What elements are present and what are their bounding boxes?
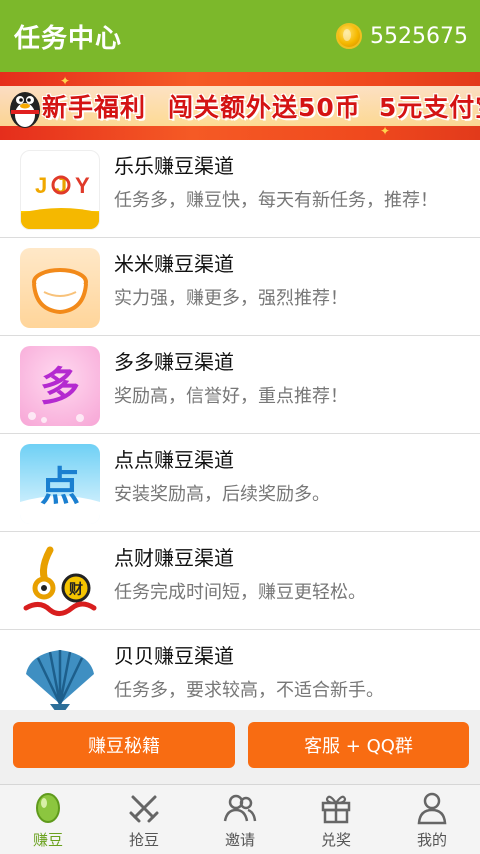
banner-text-alipay: 5元支付宝: [378, 93, 480, 122]
channel-title: 米米赚豆渠道: [114, 252, 234, 276]
coin-balance: 5525675: [336, 23, 468, 49]
svg-text:财: 财: [68, 581, 83, 598]
channel-desc: 任务完成时间短，赚豆更轻松。: [114, 582, 366, 603]
fortune-bird-icon: 财: [20, 542, 100, 622]
nav-label: 赚豆: [32, 831, 63, 849]
channel-title: 点财赚豆渠道: [114, 546, 234, 570]
svg-text:多: 多: [40, 364, 80, 410]
channel-desc: 实力强，赚更多，强烈推荐！: [114, 288, 348, 309]
channel-title: 点点赚豆渠道: [114, 448, 234, 472]
list-item[interactable]: J J Y 乐乐赚豆渠道 任务多，赚豆快，每天有新任务，推荐！: [0, 140, 480, 238]
bottom-nav: 赚豆 抢豆 邀请 兑奖 我的: [0, 784, 480, 854]
bowl-icon: [20, 248, 100, 328]
list-item[interactable]: 多 多多赚豆渠道 奖励高，信誉好，重点推荐！: [0, 336, 480, 434]
task-center-screen: 任务中心 5525675 ✦ ✦ 新手福利 闯关额外送50币 5元支付宝: [0, 0, 480, 854]
bean-icon: [36, 793, 60, 823]
tab-mine[interactable]: 我的: [384, 785, 480, 854]
nav-label: 抢豆: [128, 831, 159, 849]
svg-text:点: 点: [40, 464, 80, 510]
banner-text: 新手福利 闯关额外送50币 5元支付宝: [42, 88, 480, 124]
page-title: 任务中心: [14, 23, 123, 54]
crossed-swords-icon: [129, 795, 159, 823]
promo-banner[interactable]: ✦ ✦ 新手福利 闯关额外送50币 5元支付宝: [0, 72, 480, 140]
qq-penguin-icon: [10, 92, 40, 128]
svg-text:Y: Y: [75, 173, 90, 198]
channel-desc: 任务多，要求较高，不适合新手。: [114, 680, 384, 701]
channel-list: J J Y 乐乐赚豆渠道 任务多，赚豆快，每天有新任务，推荐！ 米米赚豆渠道 实…: [0, 140, 480, 728]
top-bar: 任务中心 5525675: [0, 0, 480, 72]
joy-logo-icon: J J Y: [20, 150, 100, 230]
earn-tips-button[interactable]: 赚豆秘籍: [13, 722, 235, 768]
users-icon: [223, 794, 257, 822]
nav-label: 邀请: [224, 831, 255, 849]
svg-text:J: J: [35, 173, 47, 198]
channel-title: 贝贝赚豆渠道: [114, 644, 234, 668]
duo-character-icon: 多: [20, 346, 100, 426]
tab-invite[interactable]: 邀请: [192, 785, 288, 854]
channel-desc: 奖励高，信誉好，重点推荐！: [114, 386, 348, 407]
nav-label: 我的: [416, 831, 447, 849]
shell-icon: [20, 640, 100, 720]
customer-service-button[interactable]: 客服 + QQ群: [248, 722, 469, 768]
dian-character-icon: 点: [20, 444, 100, 524]
banner-text-bonus: 闯关额外送50币: [168, 93, 361, 122]
gift-icon: [321, 795, 351, 824]
list-item[interactable]: 点 点点赚豆渠道 安装奖励高，后续奖励多。: [0, 434, 480, 532]
channel-desc: 安装奖励高，后续奖励多。: [114, 484, 330, 505]
coin-icon: [336, 23, 363, 49]
channel-title: 多多赚豆渠道: [114, 350, 234, 374]
tab-earn[interactable]: 赚豆: [0, 785, 96, 854]
tab-grab[interactable]: 抢豆: [96, 785, 192, 854]
banner-text-welfare: 新手福利: [42, 93, 147, 122]
channel-desc: 任务多，赚豆快，每天有新任务，推荐！: [114, 190, 438, 211]
sparkle-icon: ✦: [60, 74, 71, 88]
coin-count: 5525675: [370, 23, 468, 49]
tab-redeem[interactable]: 兑奖: [288, 785, 384, 854]
person-icon: [417, 792, 447, 825]
list-item[interactable]: 米米赚豆渠道 实力强，赚更多，强烈推荐！: [0, 238, 480, 336]
sparkle-icon: ✦: [380, 124, 391, 138]
nav-label: 兑奖: [320, 831, 351, 849]
channel-title: 乐乐赚豆渠道: [114, 154, 234, 178]
list-item[interactable]: 财 点财赚豆渠道 任务完成时间短，赚豆更轻松。: [0, 532, 480, 630]
